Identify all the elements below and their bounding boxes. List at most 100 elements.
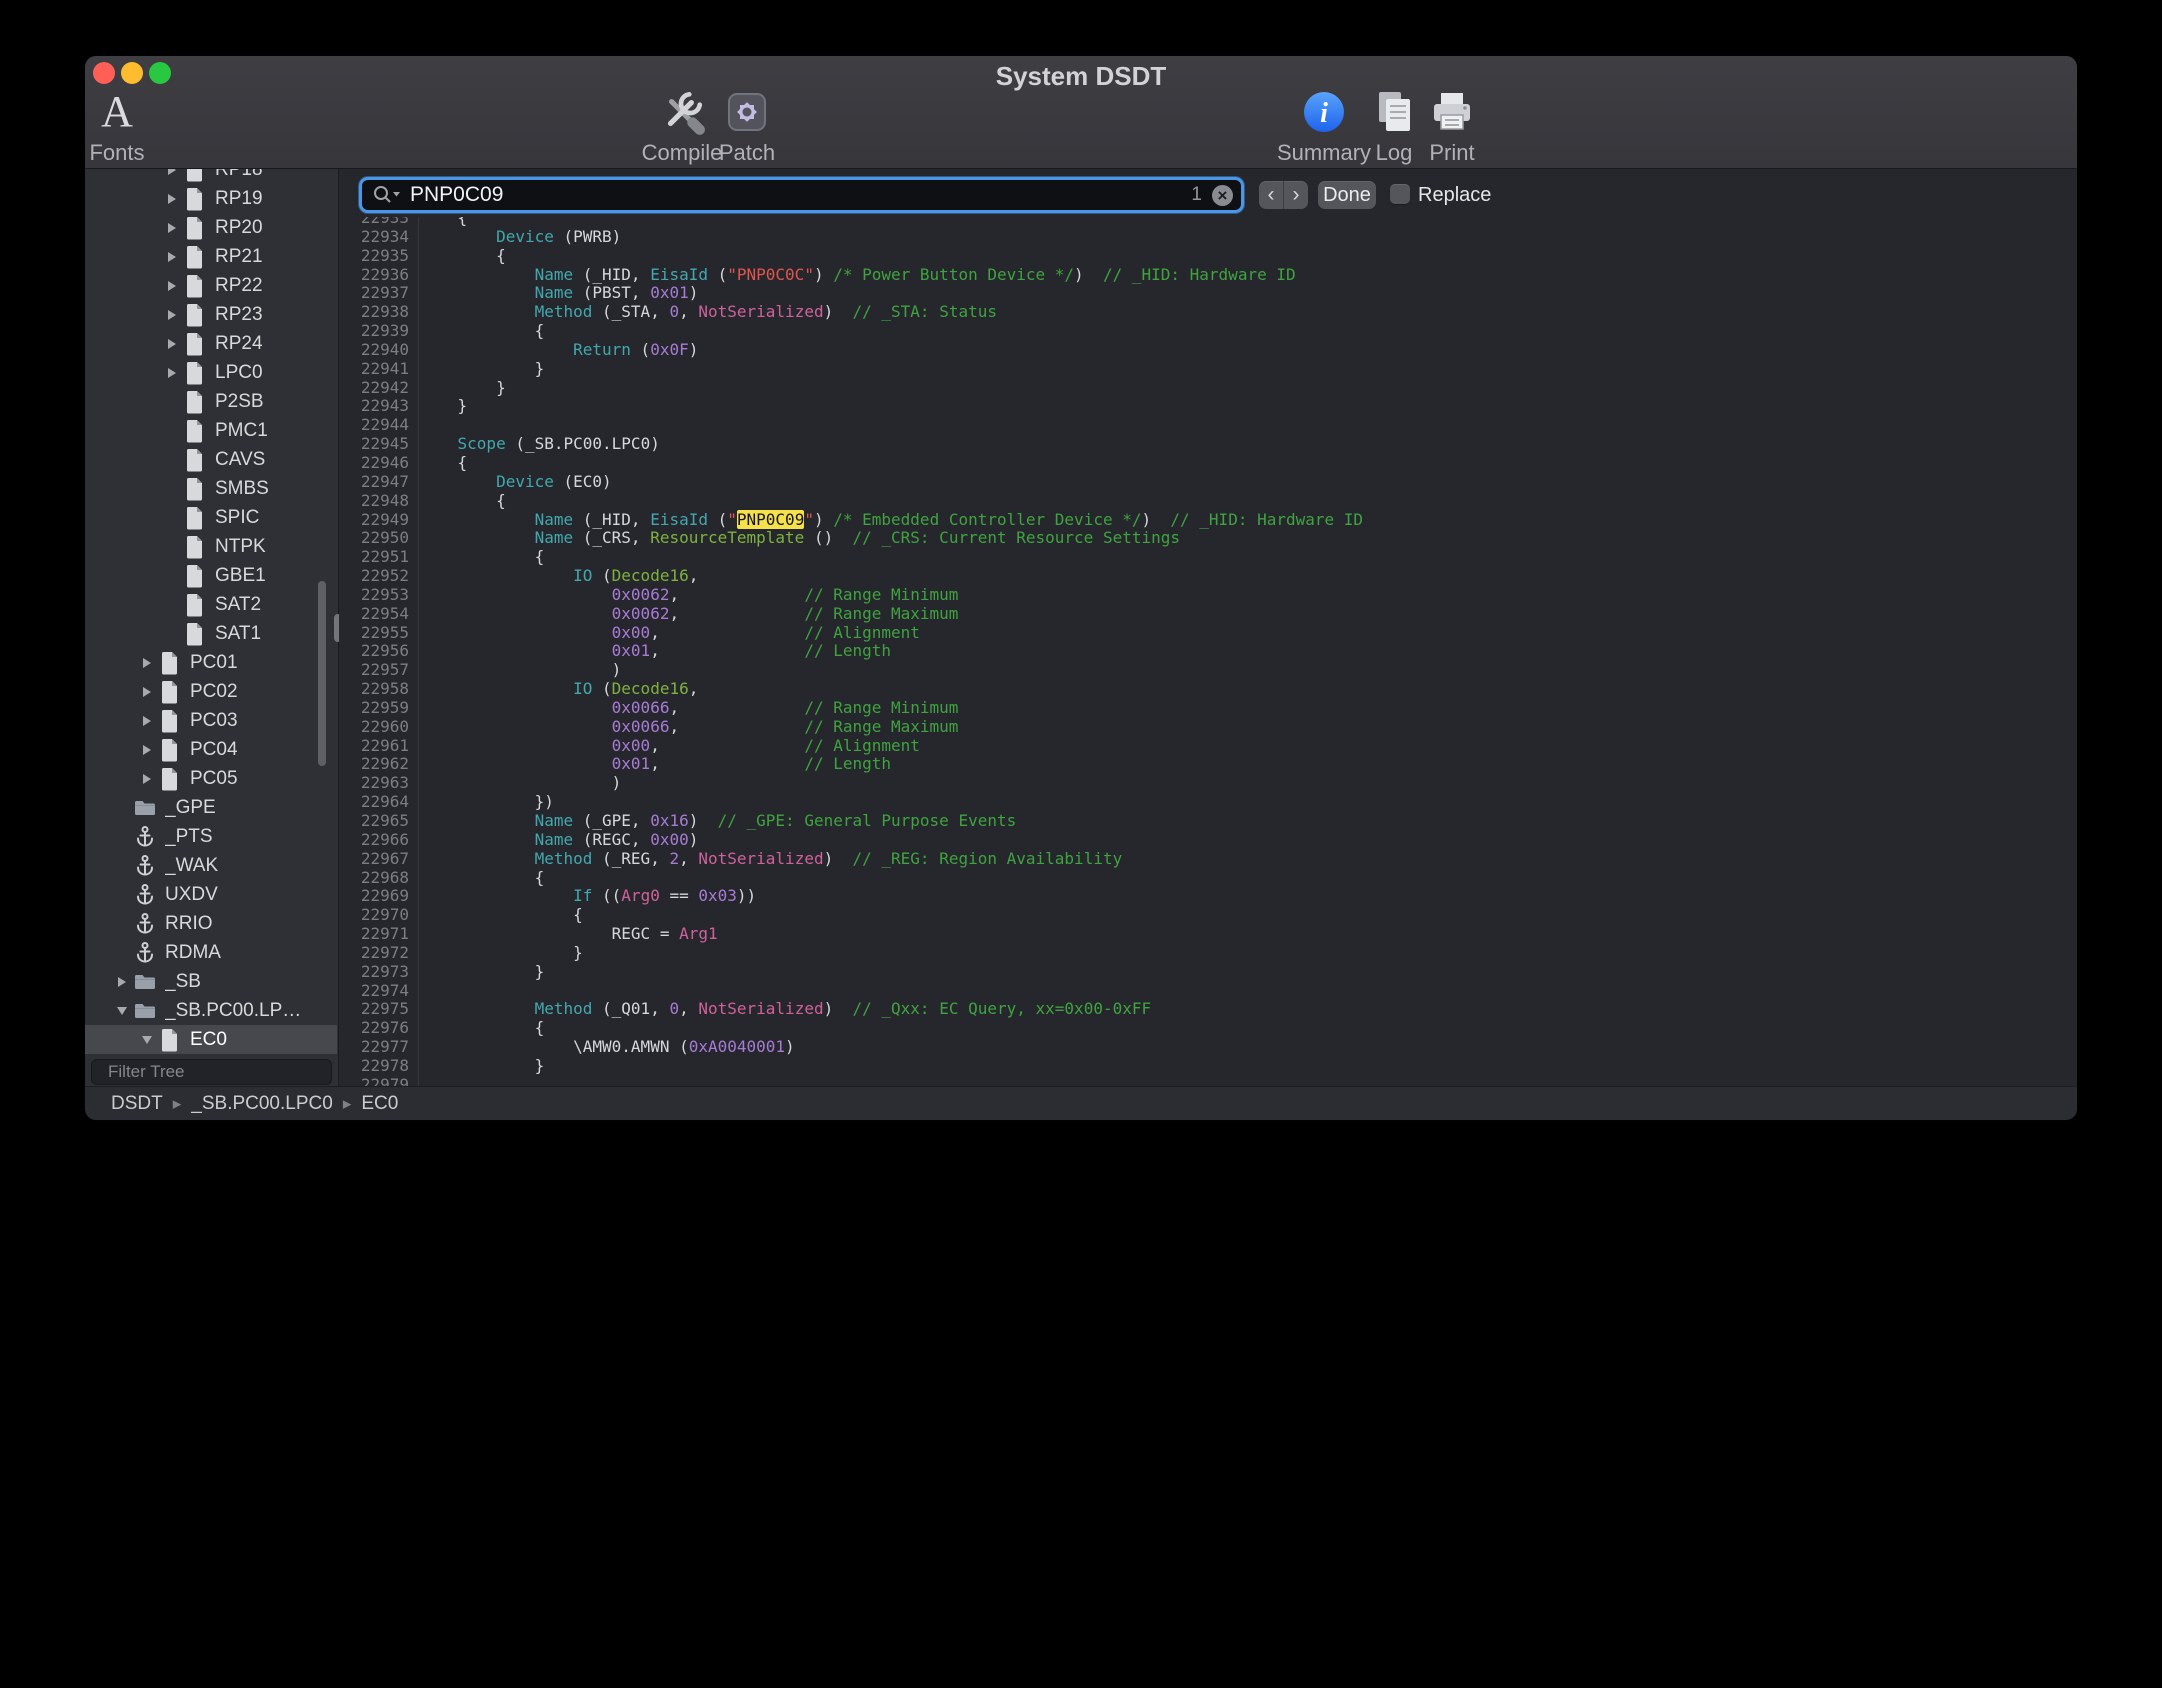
code-line[interactable]: 22973 } [339, 963, 2077, 982]
next-match-button[interactable]: › [1284, 181, 1308, 209]
sidebar-item-sat2[interactable]: SAT2 [85, 590, 337, 619]
code-line[interactable]: 22965 Name (_GPE, 0x16) // _GPE: General… [339, 812, 2077, 831]
fonts-button[interactable]: A Fonts [84, 86, 177, 166]
code-line[interactable]: 22963 ) [339, 774, 2077, 793]
code-line[interactable]: 22951 { [339, 548, 2077, 567]
sidebar-item--pts[interactable]: _PTS [85, 822, 337, 851]
sidebar-item--sb-pc00-lp-[interactable]: _SB.PC00.LP… [85, 996, 337, 1025]
sidebar-item--gpe[interactable]: _GPE [85, 793, 337, 822]
sidebar-item-uxdv[interactable]: UXDV [85, 880, 337, 909]
disclosure-right-icon[interactable] [138, 745, 156, 755]
code-line[interactable]: 22961 0x00, // Alignment [339, 737, 2077, 756]
code-line[interactable]: 22941 } [339, 360, 2077, 379]
disclosure-right-icon[interactable] [163, 169, 181, 175]
code-line[interactable]: 22946 { [339, 454, 2077, 473]
disclosure-right-icon[interactable] [138, 687, 156, 697]
code-line[interactable]: 22958 IO (Decode16, [339, 680, 2077, 699]
sidebar-item--wak[interactable]: _WAK [85, 851, 337, 880]
code-line[interactable]: 22967 Method (_REG, 2, NotSerialized) //… [339, 850, 2077, 869]
code-line[interactable]: 22970 { [339, 906, 2077, 925]
code-line[interactable]: 22971 REGC = Arg1 [339, 925, 2077, 944]
code-line[interactable]: 22968 { [339, 869, 2077, 888]
disclosure-right-icon[interactable] [138, 774, 156, 784]
sidebar-item-spic[interactable]: SPIC [85, 503, 337, 532]
patch-button[interactable]: Patch [687, 86, 807, 166]
code-line[interactable]: 22955 0x00, // Alignment [339, 624, 2077, 643]
disclosure-right-icon[interactable] [163, 252, 181, 262]
disclosure-right-icon[interactable] [163, 223, 181, 233]
search-input[interactable] [408, 182, 1191, 208]
code-line[interactable]: 22969 If ((Arg0 == 0x03)) [339, 887, 2077, 906]
clear-search-icon[interactable]: × [1212, 185, 1233, 206]
disclosure-down-icon[interactable] [138, 1036, 156, 1044]
print-button[interactable]: Print [1392, 86, 1512, 166]
code-line[interactable]: 22948 { [339, 492, 2077, 511]
code-line[interactable]: 22962 0x01, // Length [339, 755, 2077, 774]
sidebar-item-smbs[interactable]: SMBS [85, 474, 337, 503]
code-line[interactable]: 22978 } [339, 1057, 2077, 1076]
code-line[interactable]: 22944 [339, 416, 2077, 435]
sidebar-item-p2sb[interactable]: P2SB [85, 387, 337, 416]
disclosure-right-icon[interactable] [113, 977, 131, 987]
disclosure-down-icon[interactable] [113, 1007, 131, 1015]
disclosure-right-icon[interactable] [138, 716, 156, 726]
sidebar-item-ec0[interactable]: EC0 [85, 1025, 337, 1054]
code-line[interactable]: 22949 Name (_HID, EisaId ("PNP0C09") /* … [339, 511, 2077, 530]
sidebar-item--sb[interactable]: _SB [85, 967, 337, 996]
sidebar-item-pc05[interactable]: PC05 [85, 764, 337, 793]
breadcrumb-item[interactable]: _SB.PC00.LPC0 [191, 1093, 333, 1115]
sidebar-item-rp19[interactable]: RP19 [85, 184, 337, 213]
disclosure-right-icon[interactable] [163, 281, 181, 291]
code-line[interactable]: 22959 0x0066, // Range Minimum [339, 699, 2077, 718]
filter-tree-field[interactable] [91, 1059, 332, 1085]
code-line[interactable]: 22964 }) [339, 793, 2077, 812]
sidebar-item-pmc1[interactable]: PMC1 [85, 416, 337, 445]
disclosure-right-icon[interactable] [138, 658, 156, 668]
disclosure-right-icon[interactable] [163, 368, 181, 378]
code-line[interactable]: 22947 Device (EC0) [339, 473, 2077, 492]
sidebar-item-ntpk[interactable]: NTPK [85, 532, 337, 561]
breadcrumb-item[interactable]: DSDT [111, 1093, 163, 1115]
replace-checkbox[interactable] [1390, 184, 1410, 204]
code-line[interactable]: 22940 Return (0x0F) [339, 341, 2077, 360]
code-line[interactable]: 22937 Name (PBST, 0x01) [339, 284, 2077, 303]
sidebar-item-pc03[interactable]: PC03 [85, 706, 337, 735]
sidebar-item-pc01[interactable]: PC01 [85, 648, 337, 677]
code-line[interactable]: 22934 Device (PWRB) [339, 228, 2077, 247]
find-bar[interactable]: 1 × [359, 177, 1244, 213]
disclosure-right-icon[interactable] [163, 194, 181, 204]
code-line[interactable]: 22945 Scope (_SB.PC00.LPC0) [339, 435, 2077, 454]
sidebar-item-rp23[interactable]: RP23 [85, 300, 337, 329]
search-menu-icon[interactable] [372, 184, 402, 206]
sidebar-item-sat1[interactable]: SAT1 [85, 619, 337, 648]
code-line[interactable]: 22956 0x01, // Length [339, 642, 2077, 661]
sidebar-item-lpc0[interactable]: LPC0 [85, 358, 337, 387]
code-line[interactable]: 22954 0x0062, // Range Maximum [339, 605, 2077, 624]
code-line[interactable]: 22966 Name (REGC, 0x00) [339, 831, 2077, 850]
code-line[interactable]: 22942 } [339, 379, 2077, 398]
code-editor[interactable]: 22933 {22934 Device (PWRB)22935 {22936 N… [339, 217, 2077, 1087]
disclosure-right-icon[interactable] [163, 339, 181, 349]
code-line[interactable]: 22957 ) [339, 661, 2077, 680]
sidebar-scrollbar[interactable] [318, 581, 326, 766]
code-line[interactable]: 22953 0x0062, // Range Minimum [339, 586, 2077, 605]
sidebar-item-gbe1[interactable]: GBE1 [85, 561, 337, 590]
done-button[interactable]: Done [1318, 181, 1376, 209]
code-line[interactable]: 22972 } [339, 944, 2077, 963]
sidebar-item-cavs[interactable]: CAVS [85, 445, 337, 474]
code-line[interactable]: 22952 IO (Decode16, [339, 567, 2077, 586]
code-line[interactable]: 22935 { [339, 247, 2077, 266]
sidebar-item-pc02[interactable]: PC02 [85, 677, 337, 706]
sidebar-item-pc04[interactable]: PC04 [85, 735, 337, 764]
code-line[interactable]: 22960 0x0066, // Range Maximum [339, 718, 2077, 737]
disclosure-right-icon[interactable] [163, 310, 181, 320]
code-line[interactable]: 22974 [339, 982, 2077, 1001]
sidebar-item-rp22[interactable]: RP22 [85, 271, 337, 300]
sidebar-item-rp24[interactable]: RP24 [85, 329, 337, 358]
sidebar-item-rp18[interactable]: RP18 [85, 169, 337, 184]
code-line[interactable]: 22976 { [339, 1019, 2077, 1038]
sidebar-item-rp20[interactable]: RP20 [85, 213, 337, 242]
code-line[interactable]: 22950 Name (_CRS, ResourceTemplate () //… [339, 529, 2077, 548]
code-line[interactable]: 22943 } [339, 397, 2077, 416]
code-line[interactable]: 22977 \AMW0.AMWN (0xA0040001) [339, 1038, 2077, 1057]
